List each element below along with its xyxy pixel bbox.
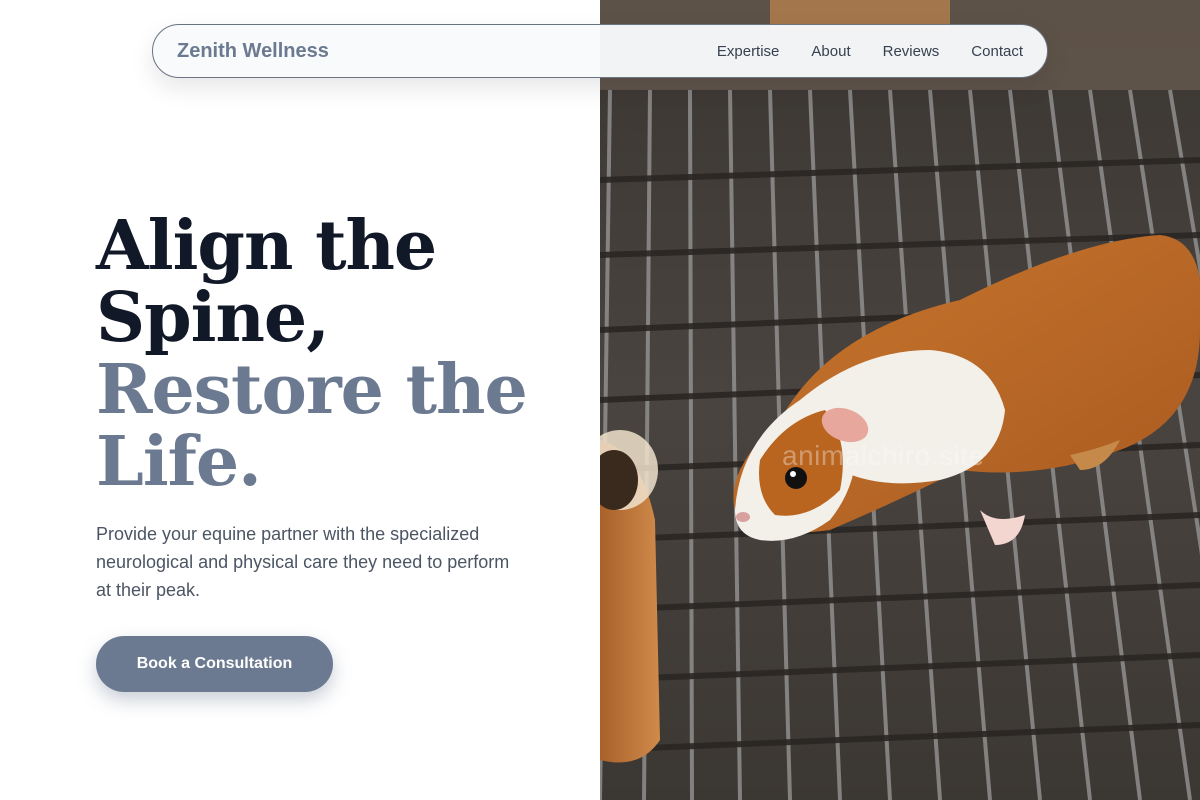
hero-left-panel: Align the Spine, Restore the Life. Provi…	[0, 0, 600, 800]
hero-photo: animalchiro.site	[600, 0, 1200, 800]
hero-subtext: Provide your equine partner with the spe…	[96, 524, 510, 600]
nav-link-about[interactable]: About	[811, 43, 850, 60]
headline-line-2: Spine,	[96, 278, 330, 358]
photo-watermark: animalchiro.site	[782, 440, 985, 471]
top-navigation: Zenith Wellness Expertise About Reviews …	[152, 24, 1048, 78]
book-consultation-button[interactable]: Book a Consultation	[96, 636, 333, 692]
nav-link-reviews[interactable]: Reviews	[883, 43, 940, 60]
nav-link-contact[interactable]: Contact	[971, 43, 1023, 60]
hero-headline: Align the Spine, Restore the Life.	[96, 210, 576, 498]
headline-line-3: Restore the	[96, 350, 528, 430]
nav-link-expertise[interactable]: Expertise	[717, 43, 780, 60]
headline-line-4: Life.	[96, 422, 262, 502]
guinea-pig-photo	[600, 0, 1200, 800]
nav-links: Expertise About Reviews Contact	[717, 43, 1023, 60]
brand-logo-text[interactable]: Zenith Wellness	[177, 40, 329, 63]
headline-line-1: Align the	[96, 206, 437, 286]
